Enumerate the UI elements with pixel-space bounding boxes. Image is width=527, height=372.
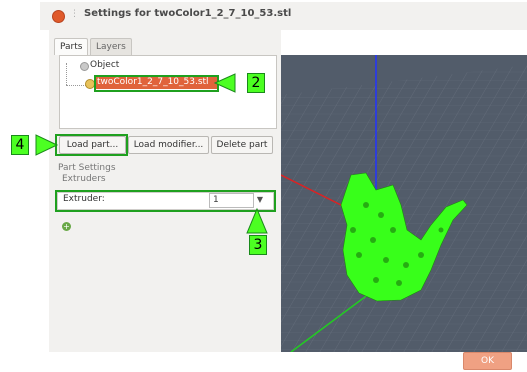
delete-part-button[interactable]: Delete part: [211, 136, 273, 154]
callout-number-3: 3: [249, 235, 267, 255]
extruders-group-label: Extruders: [62, 174, 106, 184]
3d-viewport[interactable]: [281, 55, 527, 352]
tree-connector: [66, 63, 68, 85]
tab-layers[interactable]: Layers: [90, 38, 132, 55]
settings-window: ⋮ Settings for twoColor1_2_7_10_53.stl P…: [0, 0, 527, 372]
window-title: Settings for twoColor1_2_7_10_53.stl: [84, 8, 292, 19]
ok-button[interactable]: OK: [463, 352, 512, 370]
tab-parts[interactable]: Parts: [54, 38, 89, 55]
object-icon: [80, 62, 89, 71]
viewport-canvas: [281, 55, 527, 352]
window-menu-icon[interactable]: ⋮: [70, 8, 79, 20]
tree-connector: [66, 85, 86, 87]
load-modifier-button[interactable]: Load modifier...: [128, 136, 209, 154]
callout-number-2: 2: [247, 73, 265, 93]
callout-highlight-extruder: [55, 190, 276, 212]
close-button[interactable]: [52, 10, 65, 23]
callout-arrow-icon: [35, 134, 59, 156]
part-settings-heading: Part Settings: [58, 163, 116, 173]
tree-root-label[interactable]: Object: [90, 60, 119, 70]
callout-highlight-part: [94, 75, 219, 92]
callout-number-4: 4: [11, 135, 29, 155]
callout-highlight-load-part: [55, 134, 128, 156]
add-setting-icon[interactable]: +: [62, 222, 71, 231]
dialog-footer: [0, 352, 527, 372]
